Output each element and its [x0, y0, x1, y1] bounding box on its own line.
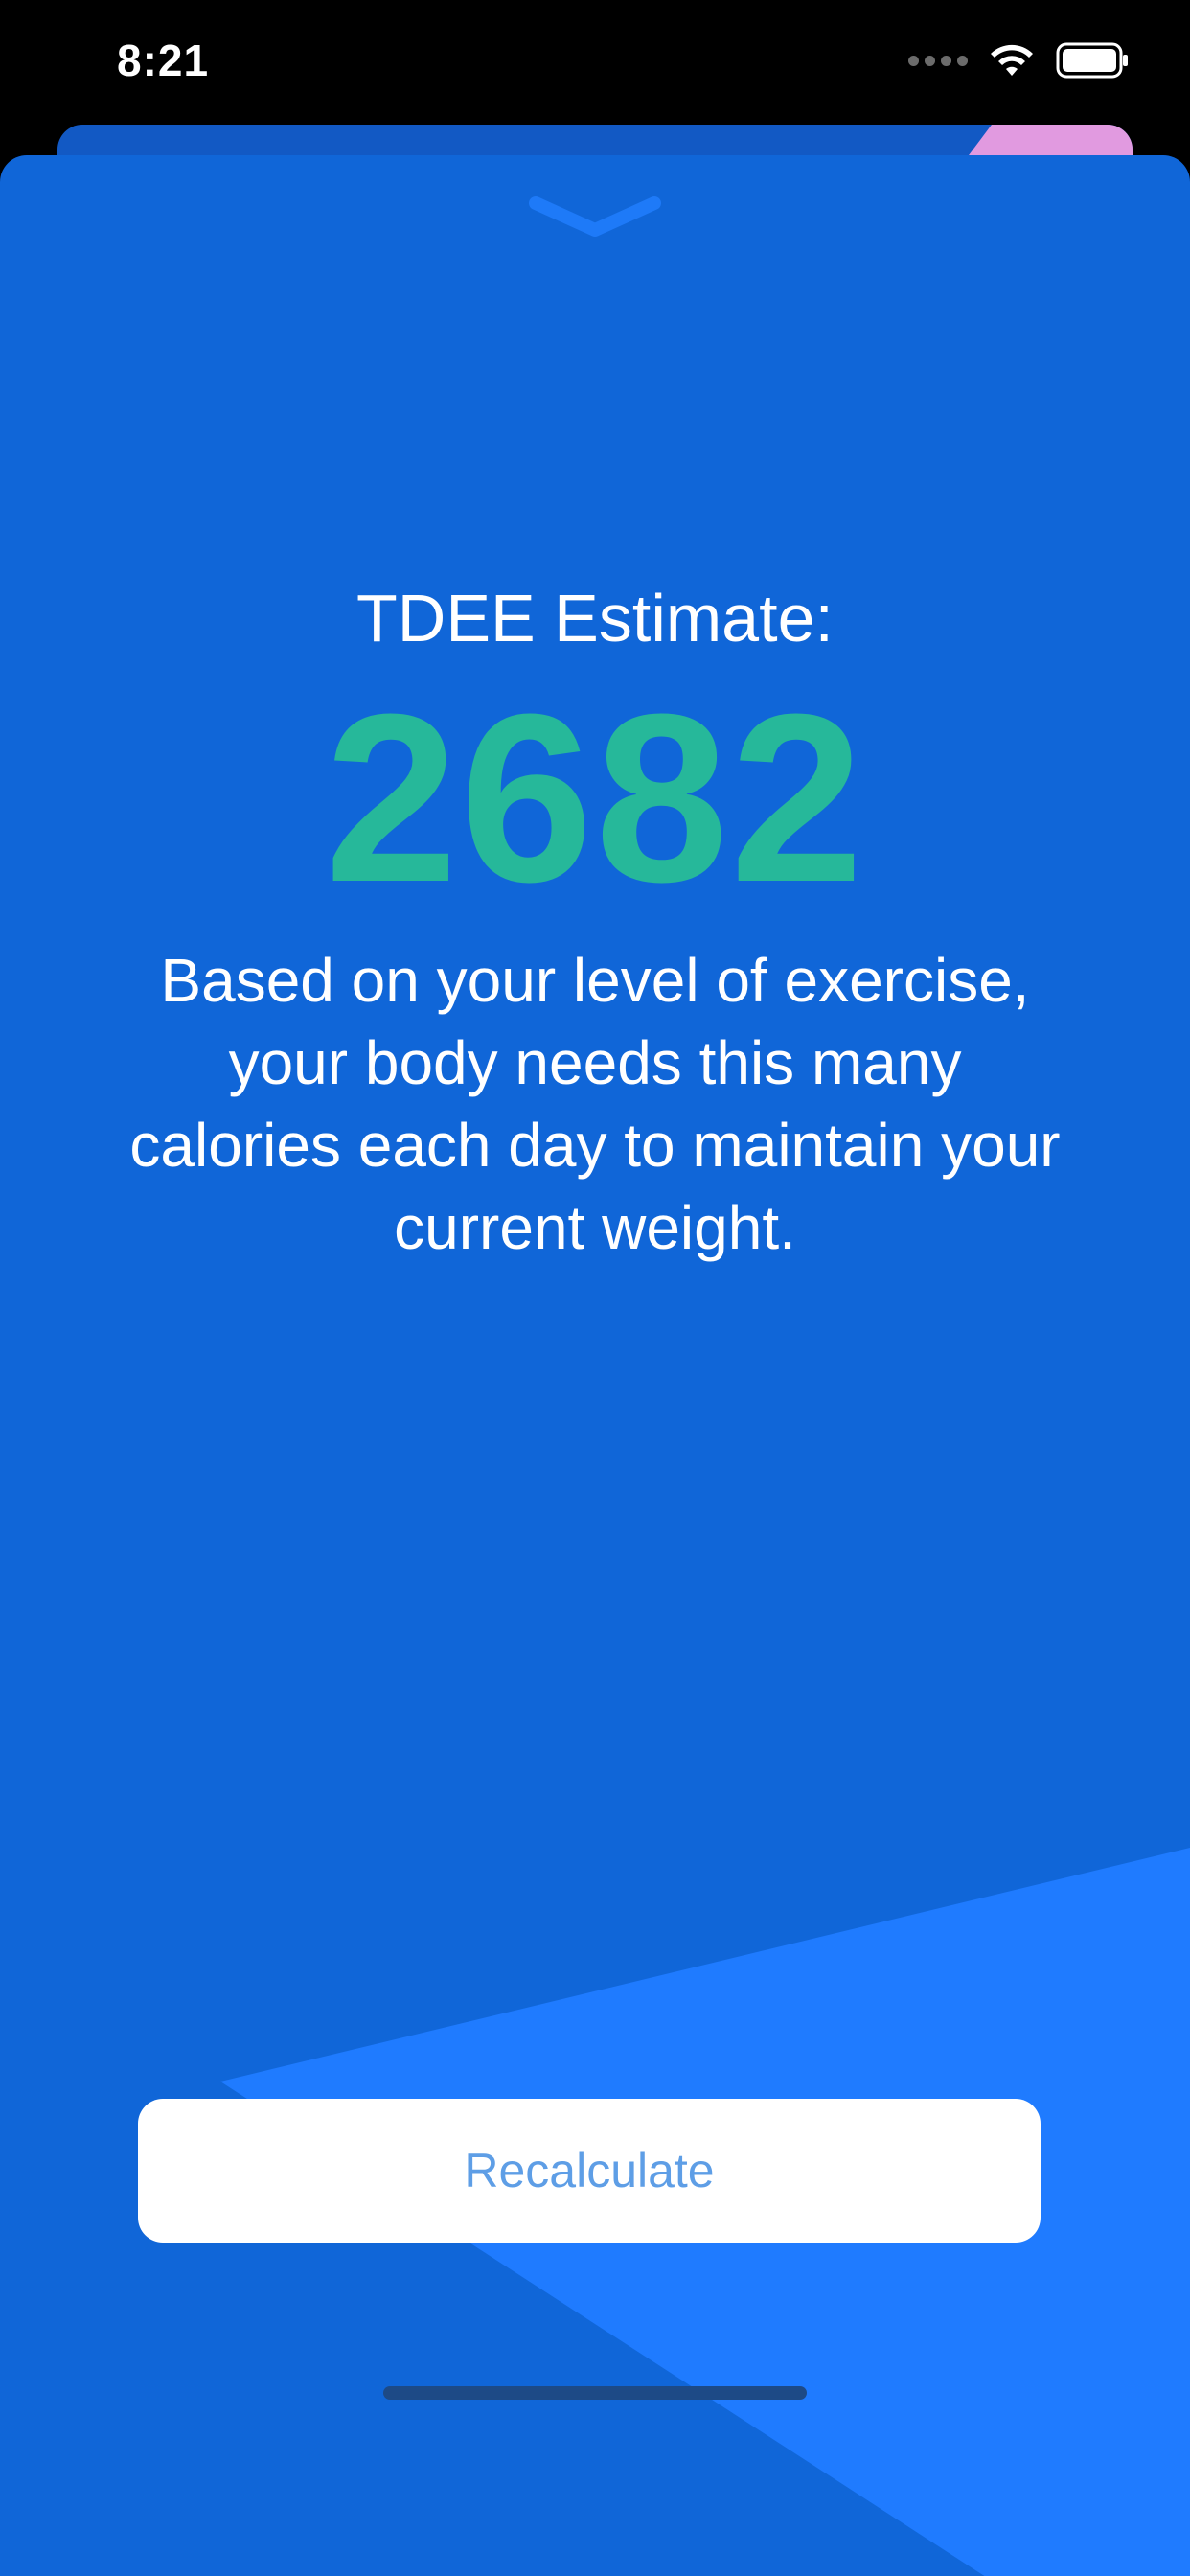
result-title: TDEE Estimate:: [356, 581, 834, 656]
result-description: Based on your level of exercise, your bo…: [129, 946, 1061, 1262]
status-icons: [908, 42, 1129, 79]
status-time: 8:21: [117, 35, 210, 85]
chevron-down-icon[interactable]: [528, 194, 662, 242]
tdee-value: 2682: [324, 664, 866, 932]
signal-dots-icon: [908, 55, 968, 66]
screen: 8:21 TDEE Estimate: 2682 Based on your l…: [0, 0, 1190, 2576]
battery-icon: [1056, 42, 1128, 79]
wifi-icon: [991, 44, 1033, 76]
recalculate-button[interactable]: Recalculate: [138, 2099, 1041, 2242]
status-bar: 8:21: [0, 0, 1190, 134]
home-indicator: [383, 2386, 807, 2400]
